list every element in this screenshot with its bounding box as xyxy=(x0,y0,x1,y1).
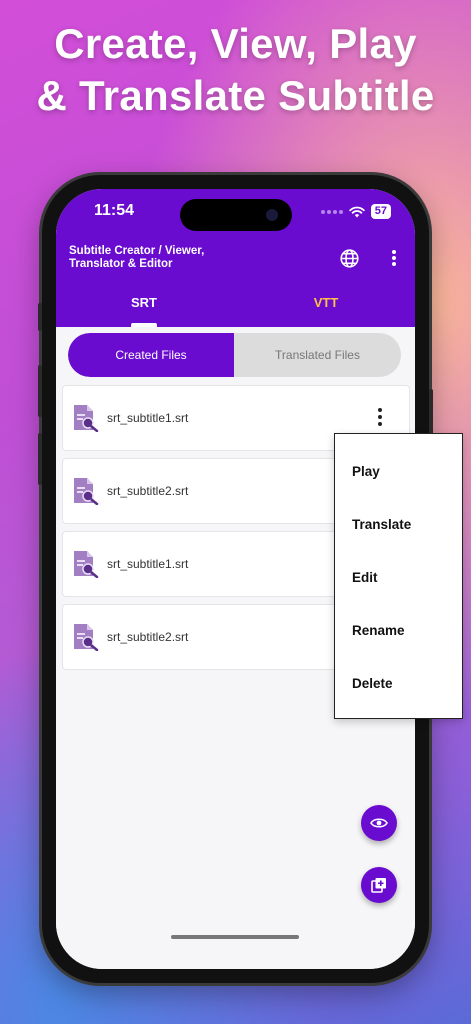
dynamic-island xyxy=(180,199,292,231)
promo-headline: Create, View, Play & Translate Subtitle xyxy=(0,18,471,122)
menu-item-delete[interactable]: Delete xyxy=(352,676,393,691)
file-type-segment: Created Files Translated Files xyxy=(68,333,401,377)
file-name: srt_subtitle2.srt xyxy=(107,630,189,644)
translated-files-tab[interactable]: Translated Files xyxy=(234,333,401,377)
app-title-line-2: Translator & Editor xyxy=(69,258,173,270)
home-indicator xyxy=(171,935,299,939)
phone-action-button xyxy=(38,303,42,331)
menu-item-play[interactable]: Play xyxy=(352,464,380,479)
more-vertical-icon[interactable] xyxy=(377,408,383,428)
subtitle-file-search-icon xyxy=(74,478,99,505)
created-files-tab[interactable]: Created Files xyxy=(68,333,234,377)
phone-volume-up-button xyxy=(38,365,42,417)
eye-icon xyxy=(370,818,388,828)
file-context-menu: Play Translate Edit Rename Delete xyxy=(334,433,463,719)
tab-srt[interactable]: SRT xyxy=(59,295,229,310)
phone-volume-down-button xyxy=(38,433,42,485)
app-title: Subtitle Creator / Viewer, Translator & … xyxy=(69,245,269,271)
app-bar: 11:54 57 Subtitle Creator / Viewer, Tran… xyxy=(56,189,415,327)
camera-icon xyxy=(266,209,278,221)
view-fab[interactable] xyxy=(361,805,397,841)
tab-vtt[interactable]: VTT xyxy=(241,295,411,310)
menu-item-edit[interactable]: Edit xyxy=(352,570,378,585)
globe-icon[interactable] xyxy=(336,245,362,271)
wifi-icon xyxy=(349,206,365,217)
subtitle-file-search-icon xyxy=(74,551,99,578)
promo-line-2: & Translate Subtitle xyxy=(36,72,435,119)
battery-indicator: 57 xyxy=(370,204,391,219)
more-vertical-icon[interactable] xyxy=(381,245,407,271)
subtitle-file-search-icon xyxy=(74,405,99,432)
status-time: 11:54 xyxy=(94,202,135,219)
promo-line-1: Create, View, Play xyxy=(54,20,417,67)
file-name: srt_subtitle1.srt xyxy=(107,557,189,571)
app-title-line-1: Subtitle Creator / Viewer, xyxy=(69,245,205,257)
menu-item-rename[interactable]: Rename xyxy=(352,623,405,638)
file-name: srt_subtitle2.srt xyxy=(107,484,189,498)
file-name: srt_subtitle1.srt xyxy=(107,411,189,425)
add-file-icon xyxy=(371,878,386,893)
menu-item-translate[interactable]: Translate xyxy=(352,517,411,532)
add-file-fab[interactable] xyxy=(361,867,397,903)
signal-icon xyxy=(320,209,343,214)
status-indicators: 57 xyxy=(320,204,391,219)
subtitle-file-search-icon xyxy=(74,624,99,651)
